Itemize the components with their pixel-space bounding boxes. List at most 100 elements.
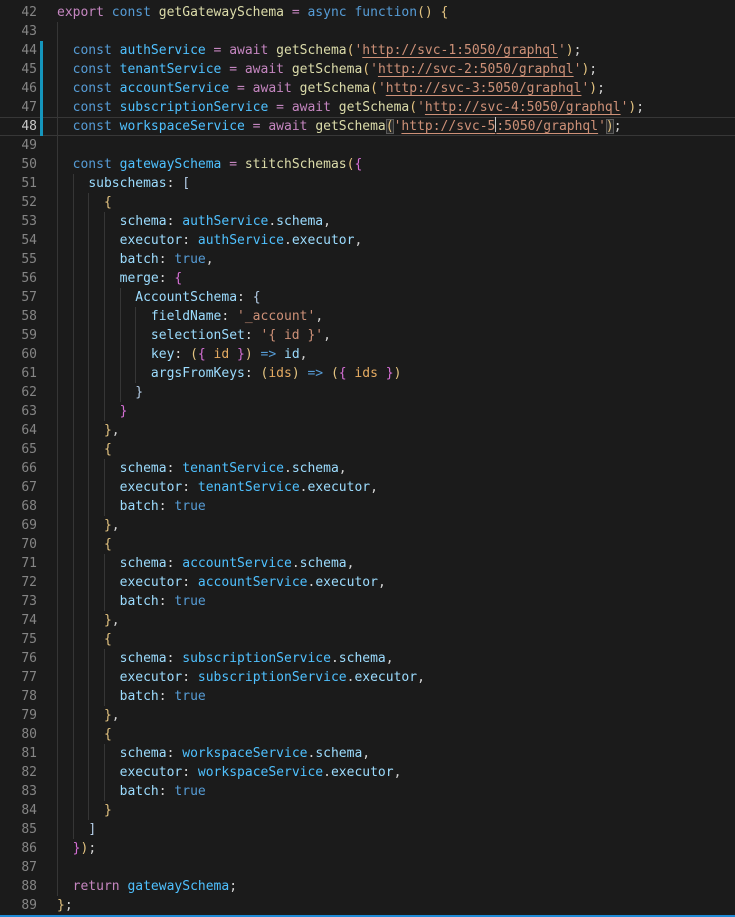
line-number[interactable]: 57 xyxy=(0,288,37,307)
code-line-content[interactable] xyxy=(57,22,735,41)
code-line[interactable]: 82 executor: workspaceService.executor, xyxy=(0,763,735,782)
line-number[interactable]: 53 xyxy=(0,212,37,231)
code-line-content[interactable]: const workspaceService = await getSchema… xyxy=(57,117,735,136)
code-line-content[interactable]: export const getGatewaySchema = async fu… xyxy=(57,3,735,22)
code-line-content[interactable]: }, xyxy=(57,611,735,630)
code-line[interactable]: 64 }, xyxy=(0,421,735,440)
code-line-content[interactable]: executor: subscriptionService.executor, xyxy=(57,668,735,687)
code-line-content[interactable]: } xyxy=(57,383,735,402)
code-line-content[interactable]: batch: true xyxy=(57,687,735,706)
code-line[interactable]: 89}; xyxy=(0,896,735,915)
code-line-content[interactable]: selectionSet: '{ id }', xyxy=(57,326,735,345)
line-number[interactable]: 68 xyxy=(0,497,37,516)
git-modified-indicator[interactable] xyxy=(40,60,43,79)
code-line[interactable]: 71 schema: accountService.schema, xyxy=(0,554,735,573)
line-number[interactable]: 81 xyxy=(0,744,37,763)
code-line-content[interactable]: subschemas: [ xyxy=(57,174,735,193)
line-number[interactable]: 70 xyxy=(0,535,37,554)
line-number[interactable]: 69 xyxy=(0,516,37,535)
code-line[interactable]: 84 } xyxy=(0,801,735,820)
code-line-content[interactable]: }, xyxy=(57,516,735,535)
code-line[interactable]: 60 key: ({ id }) => id, xyxy=(0,345,735,364)
code-line[interactable]: 79 }, xyxy=(0,706,735,725)
code-line[interactable]: 43 xyxy=(0,22,735,41)
code-line[interactable]: 42 export const getGatewaySchema = async … xyxy=(0,3,735,22)
code-line[interactable]: 59 selectionSet: '{ id }', xyxy=(0,326,735,345)
code-line[interactable]: 70 { xyxy=(0,535,735,554)
code-line[interactable]: 72 executor: accountService.executor, xyxy=(0,573,735,592)
code-line-content[interactable]: AccountSchema: { xyxy=(57,288,735,307)
code-line[interactable]: 68 batch: true xyxy=(0,497,735,516)
line-number[interactable]: 59 xyxy=(0,326,37,345)
line-number[interactable]: 64 xyxy=(0,421,37,440)
code-line-content[interactable]: const authService = await getSchema('htt… xyxy=(57,41,735,60)
code-line-content[interactable]: key: ({ id }) => id, xyxy=(57,345,735,364)
code-line[interactable]: 47 const subscriptionService = await get… xyxy=(0,98,735,117)
code-line[interactable]: 73 batch: true xyxy=(0,592,735,611)
code-line-content[interactable]: { xyxy=(57,193,735,212)
line-number[interactable]: 87 xyxy=(0,858,37,877)
code-editor[interactable]: 42 export const getGatewaySchema = async … xyxy=(0,0,735,915)
line-number[interactable]: 85 xyxy=(0,820,37,839)
code-line[interactable]: 74 }, xyxy=(0,611,735,630)
code-line[interactable]: 62 } xyxy=(0,383,735,402)
code-line-content[interactable]: { xyxy=(57,440,735,459)
editor-lines[interactable]: 42 export const getGatewaySchema = async … xyxy=(0,3,735,915)
code-line-content[interactable]: schema: workspaceService.schema, xyxy=(57,744,735,763)
line-number[interactable]: 72 xyxy=(0,573,37,592)
line-number[interactable]: 43 xyxy=(0,22,37,41)
code-line[interactable]: 57 AccountSchema: { xyxy=(0,288,735,307)
code-line-content[interactable]: } xyxy=(57,801,735,820)
line-number[interactable]: 66 xyxy=(0,459,37,478)
code-line[interactable]: 87 xyxy=(0,858,735,877)
code-line[interactable]: 80 { xyxy=(0,725,735,744)
code-line-content[interactable]: const subscriptionService = await getSch… xyxy=(57,98,735,117)
code-line-content[interactable] xyxy=(57,136,735,155)
git-modified-indicator[interactable] xyxy=(40,79,43,98)
line-number[interactable]: 73 xyxy=(0,592,37,611)
line-number[interactable]: 46 xyxy=(0,79,37,98)
line-number[interactable]: 74 xyxy=(0,611,37,630)
code-line-content[interactable]: schema: accountService.schema, xyxy=(57,554,735,573)
code-line-content[interactable]: const tenantService = await getSchema('h… xyxy=(57,60,735,79)
code-line-content[interactable]: batch: true, xyxy=(57,250,735,269)
code-line-content[interactable]: schema: subscriptionService.schema, xyxy=(57,649,735,668)
line-number[interactable]: 77 xyxy=(0,668,37,687)
line-number[interactable]: 58 xyxy=(0,307,37,326)
code-line[interactable]: 53 schema: authService.schema, xyxy=(0,212,735,231)
line-number[interactable]: 52 xyxy=(0,193,37,212)
line-number[interactable]: 75 xyxy=(0,630,37,649)
code-line[interactable]: 48 const workspaceService = await getSch… xyxy=(0,117,735,136)
code-line-content[interactable]: ] xyxy=(57,820,735,839)
code-line[interactable]: 83 batch: true xyxy=(0,782,735,801)
code-line-content[interactable]: executor: authService.executor, xyxy=(57,231,735,250)
code-line[interactable]: 50 const gatewaySchema = stitchSchemas({ xyxy=(0,155,735,174)
code-line[interactable]: 58 fieldName: '_account', xyxy=(0,307,735,326)
code-line[interactable]: 63 } xyxy=(0,402,735,421)
code-line-content[interactable]: executor: accountService.executor, xyxy=(57,573,735,592)
line-number[interactable]: 61 xyxy=(0,364,37,383)
line-number[interactable]: 48 xyxy=(0,117,37,136)
code-line[interactable]: 55 batch: true, xyxy=(0,250,735,269)
line-number[interactable]: 62 xyxy=(0,383,37,402)
code-line[interactable]: 61 argsFromKeys: (ids) => ({ ids }) xyxy=(0,364,735,383)
code-line[interactable]: 78 batch: true xyxy=(0,687,735,706)
code-line-content[interactable]: fieldName: '_account', xyxy=(57,307,735,326)
code-line-content[interactable]: }, xyxy=(57,706,735,725)
line-number[interactable]: 78 xyxy=(0,687,37,706)
code-line-content[interactable]: const accountService = await getSchema('… xyxy=(57,79,735,98)
code-line[interactable]: 49 xyxy=(0,136,735,155)
code-line-content[interactable]: merge: { xyxy=(57,269,735,288)
line-number[interactable]: 49 xyxy=(0,136,37,155)
code-line[interactable]: 69 }, xyxy=(0,516,735,535)
code-line-content[interactable]: batch: true xyxy=(57,497,735,516)
code-line[interactable]: 46 const accountService = await getSchem… xyxy=(0,79,735,98)
line-number[interactable]: 42 xyxy=(0,3,37,22)
line-number[interactable]: 51 xyxy=(0,174,37,193)
code-line[interactable]: 56 merge: { xyxy=(0,269,735,288)
code-line-content[interactable]: } xyxy=(57,402,735,421)
code-line[interactable]: 76 schema: subscriptionService.schema, xyxy=(0,649,735,668)
line-number[interactable]: 63 xyxy=(0,402,37,421)
code-line-content[interactable]: batch: true xyxy=(57,782,735,801)
line-number[interactable]: 88 xyxy=(0,877,37,896)
